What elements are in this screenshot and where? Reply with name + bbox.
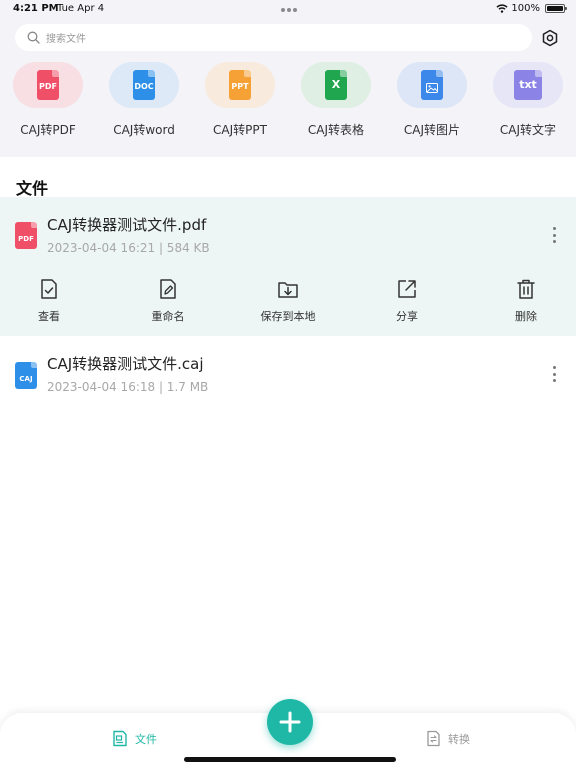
tool-caj-to-ppt[interactable]: PPT CAJ转PPT: [195, 62, 285, 138]
tool-circle: PPT: [205, 62, 275, 108]
tool-label: CAJ转表格: [307, 123, 365, 137]
tool-label: CAJ转PDF: [20, 123, 76, 137]
pdf-file-icon: PDF: [15, 222, 37, 249]
action-label: 重命名: [151, 310, 185, 323]
tool-circle: X: [301, 62, 371, 108]
status-date: Tue Apr 4: [57, 3, 105, 14]
rename-icon: [160, 279, 176, 299]
view-button[interactable]: 查看: [4, 278, 94, 324]
wifi-icon: [496, 4, 508, 13]
caj-file-icon: CAJ: [15, 362, 37, 389]
add-file-button[interactable]: [267, 699, 313, 745]
tool-caj-to-pdf[interactable]: PDF CAJ转PDF: [3, 62, 93, 138]
convert-tab-icon: [427, 730, 440, 747]
status-right: 100%: [496, 3, 567, 14]
delete-icon: [517, 279, 535, 299]
tab-files[interactable]: 文件: [112, 730, 157, 747]
doc-file-icon: DOC: [133, 70, 155, 100]
file-meta: 2023-04-04 16:18 | 1.7 MB: [47, 380, 209, 394]
tab-label: 转换: [448, 732, 470, 746]
search-placeholder: 搜索文件: [46, 34, 86, 45]
tool-circle: txt: [493, 62, 563, 108]
action-label: 分享: [396, 310, 418, 323]
view-icon: [41, 279, 57, 299]
search-input[interactable]: 搜索文件: [15, 24, 532, 51]
image-file-icon: [421, 70, 443, 100]
tool-circle: [397, 62, 467, 108]
save-local-icon: [278, 282, 298, 298]
status-time: 4:21 PM: [13, 3, 59, 14]
pdf-file-icon: PDF: [37, 70, 59, 100]
file-meta: 2023-04-04 16:21 | 584 KB: [47, 241, 210, 255]
tool-caj-to-excel[interactable]: X CAJ转表格: [291, 62, 381, 138]
share-icon: [398, 280, 416, 298]
file-row[interactable]: CAJ CAJ转换器测试文件.caj 2023-04-04 16:18 | 1.…: [0, 336, 576, 406]
tab-convert[interactable]: 转换: [426, 730, 470, 747]
tool-label: CAJ转文字: [499, 123, 557, 137]
more-options-icon[interactable]: [548, 225, 560, 245]
rename-button[interactable]: 重命名: [123, 278, 213, 324]
save-local-button[interactable]: 保存到本地: [243, 278, 333, 324]
tool-caj-to-text[interactable]: txt CAJ转文字: [483, 62, 573, 138]
battery-percent: 100%: [511, 3, 540, 14]
share-button[interactable]: 分享: [362, 278, 452, 324]
delete-button[interactable]: 删除: [481, 278, 571, 324]
tool-caj-to-image[interactable]: CAJ转图片: [387, 62, 477, 138]
ppt-file-icon: PPT: [229, 70, 251, 100]
file-actions: 查看 重命名 保存到本地 分享 删除: [0, 278, 576, 328]
multitasking-dots-icon[interactable]: [281, 8, 297, 12]
conversion-tools: PDF CAJ转PDF DOC CAJ转word PPT CAJ转PPT X C…: [0, 62, 576, 142]
file-name: CAJ转换器测试文件.caj: [47, 355, 204, 373]
more-options-icon[interactable]: [548, 364, 560, 384]
tool-circle: DOC: [109, 62, 179, 108]
plus-icon: [279, 711, 301, 733]
section-title: 文件: [16, 179, 49, 198]
home-indicator: [184, 757, 396, 762]
tool-caj-to-word[interactable]: DOC CAJ转word: [99, 62, 189, 138]
tool-circle: PDF: [13, 62, 83, 108]
action-label: 删除: [515, 310, 537, 323]
action-label: 查看: [38, 310, 60, 323]
battery-icon: [545, 4, 567, 13]
settings-button[interactable]: [540, 28, 560, 48]
tool-label: CAJ转PPT: [213, 123, 267, 137]
txt-file-icon: txt: [514, 70, 542, 100]
settings-hexagon-icon: [542, 29, 558, 47]
tab-label: 文件: [135, 732, 157, 746]
files-tab-icon: [113, 730, 127, 747]
status-bar: 4:21 PM Tue Apr 4 100%: [0, 0, 576, 20]
search-icon: [27, 31, 40, 44]
excel-file-icon: X: [325, 70, 347, 100]
action-label: 保存到本地: [260, 310, 316, 323]
tool-label: CAJ转word: [113, 123, 175, 137]
tool-label: CAJ转图片: [403, 123, 461, 137]
file-name: CAJ转换器测试文件.pdf: [47, 216, 207, 234]
